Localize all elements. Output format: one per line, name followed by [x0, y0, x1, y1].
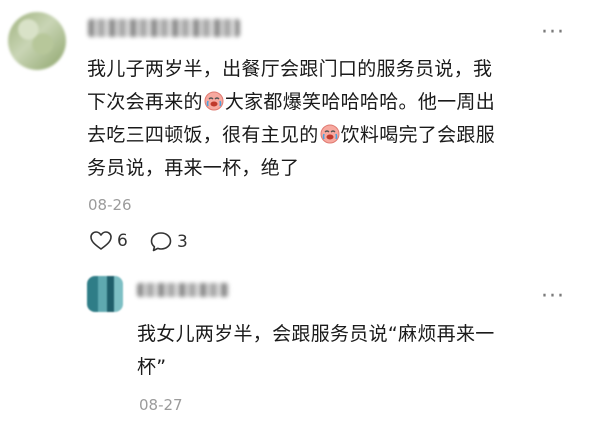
crying-laughing-face-icon: [204, 91, 224, 111]
heart-icon: [90, 231, 112, 250]
reply-avatar[interactable]: [87, 276, 123, 312]
like-count: 6: [117, 231, 128, 251]
comment-date: 08-26: [88, 196, 132, 214]
author-name[interactable]: [88, 19, 240, 37]
reply-author-name[interactable]: [137, 283, 229, 297]
comment-text: 我儿子两岁半，出餐厅会跟门口的服务员说，我 下次会再来的 大家都爆笑哈哈哈哈。他…: [87, 53, 587, 185]
avatar[interactable]: [8, 12, 66, 70]
comment-line: 我儿子两岁半，出餐厅会跟门口的服务员说，我: [87, 58, 493, 80]
comment-line: 去吃三四顿饭，很有主见的 饮料喝完了会跟服: [87, 124, 496, 146]
reply-line: 我女儿两岁半，会跟服务员说“麻烦再来一: [137, 323, 495, 345]
reply-count: 3: [177, 231, 188, 252]
reply-text: 我女儿两岁半，会跟服务员说“麻烦再来一 杯”: [137, 318, 577, 384]
comment-line: 务员说，再来一杯，绝了: [87, 157, 300, 179]
comment-line: 下次会再来的 大家都爆笑哈哈哈哈。他一周出: [87, 91, 496, 113]
reply-button[interactable]: 3: [150, 231, 188, 252]
comment-bubble-icon: [150, 232, 172, 252]
like-button[interactable]: 6: [90, 231, 128, 251]
crying-laughing-face-icon: [320, 124, 340, 144]
reply-more-options-icon[interactable]: ···: [541, 286, 565, 308]
more-options-icon[interactable]: ···: [541, 22, 565, 44]
reply-date: 08-27: [139, 396, 183, 414]
reply-line: 杯”: [137, 356, 167, 378]
